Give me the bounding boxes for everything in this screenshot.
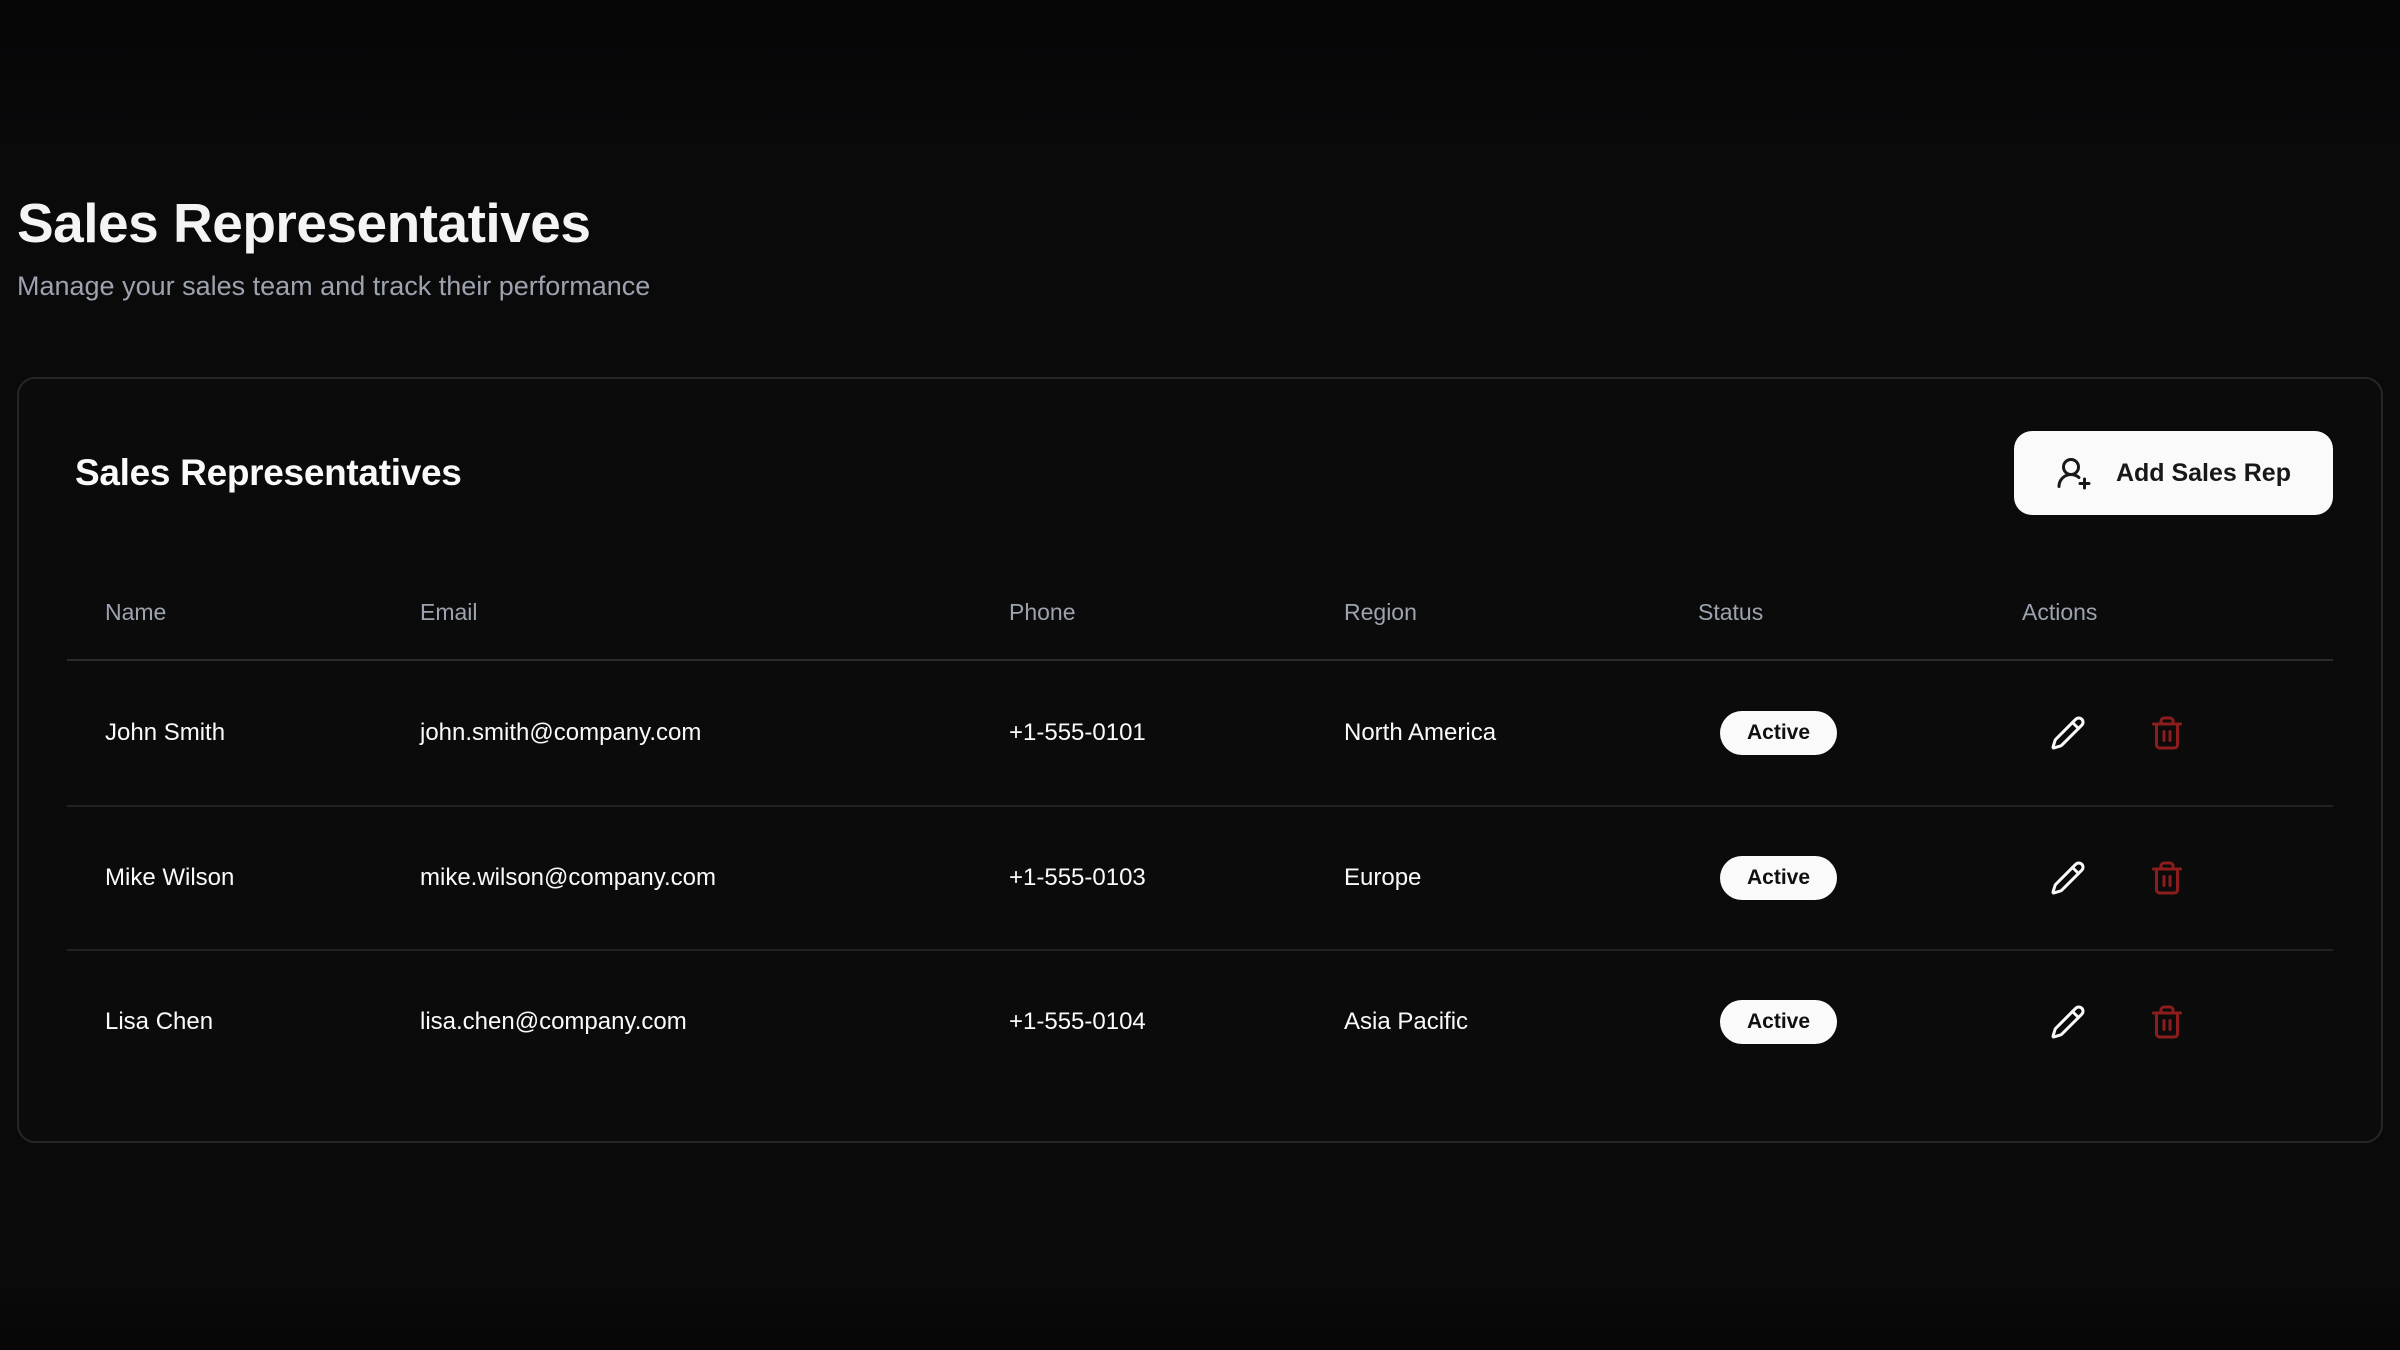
trash-icon [2149, 860, 2185, 896]
status-badge: Active [1720, 856, 1837, 900]
cell-phone: +1-555-0104 [1009, 1008, 1344, 1036]
column-header: Actions [2022, 599, 2333, 626]
trash-icon [2149, 1004, 2185, 1040]
cell-name: Lisa Chen [105, 1008, 420, 1036]
user-plus-icon [2056, 455, 2092, 491]
edit-button[interactable] [2046, 856, 2090, 900]
column-header: Name [105, 599, 420, 626]
sales-reps-card: Sales Representatives Add Sales Rep Name… [17, 377, 2383, 1143]
cell-status: Active [1698, 856, 2022, 900]
cell-actions [2022, 856, 2333, 900]
cell-name: Mike Wilson [105, 864, 420, 892]
add-sales-rep-label: Add Sales Rep [2116, 459, 2291, 488]
pencil-icon [2050, 1004, 2086, 1040]
cell-actions [2022, 711, 2333, 755]
cell-region: Europe [1344, 864, 1698, 892]
edit-button[interactable] [2046, 711, 2090, 755]
page-subtitle: Manage your sales team and track their p… [17, 268, 2383, 304]
column-header: Phone [1009, 599, 1344, 626]
cell-phone: +1-555-0103 [1009, 864, 1344, 892]
sales-reps-table: NameEmailPhoneRegionStatusActions John S… [67, 565, 2333, 1093]
cell-email: lisa.chen@company.com [420, 1008, 1009, 1036]
delete-button[interactable] [2145, 711, 2189, 755]
edit-button[interactable] [2046, 1000, 2090, 1044]
table-body: John Smith john.smith@company.com +1-555… [67, 661, 2333, 1093]
cell-region: North America [1344, 719, 1698, 747]
pencil-icon [2050, 860, 2086, 896]
delete-button[interactable] [2145, 1000, 2189, 1044]
status-badge: Active [1720, 711, 1837, 755]
table-row: Lisa Chen lisa.chen@company.com +1-555-0… [67, 949, 2333, 1093]
cell-email: mike.wilson@company.com [420, 864, 1009, 892]
cell-status: Active [1698, 1000, 2022, 1044]
card-header: Sales Representatives Add Sales Rep [19, 379, 2381, 515]
column-header: Status [1698, 599, 2022, 626]
card-title: Sales Representatives [75, 452, 462, 494]
page-title: Sales Representatives [17, 190, 2383, 256]
page: Sales Representatives Manage your sales … [0, 0, 2400, 1350]
table-row: Mike Wilson mike.wilson@company.com +1-5… [67, 805, 2333, 949]
cell-phone: +1-555-0101 [1009, 719, 1344, 747]
column-header: Region [1344, 599, 1698, 626]
cell-status: Active [1698, 711, 2022, 755]
add-sales-rep-button[interactable]: Add Sales Rep [2014, 431, 2333, 515]
cell-actions [2022, 1000, 2333, 1044]
cell-email: john.smith@company.com [420, 719, 1009, 747]
pencil-icon [2050, 715, 2086, 751]
cell-name: John Smith [105, 719, 420, 747]
status-badge: Active [1720, 1000, 1837, 1044]
table-row: John Smith john.smith@company.com +1-555… [67, 661, 2333, 805]
column-header: Email [420, 599, 1009, 626]
table-header-row: NameEmailPhoneRegionStatusActions [67, 565, 2333, 661]
trash-icon [2149, 715, 2185, 751]
cell-region: Asia Pacific [1344, 1008, 1698, 1036]
delete-button[interactable] [2145, 856, 2189, 900]
